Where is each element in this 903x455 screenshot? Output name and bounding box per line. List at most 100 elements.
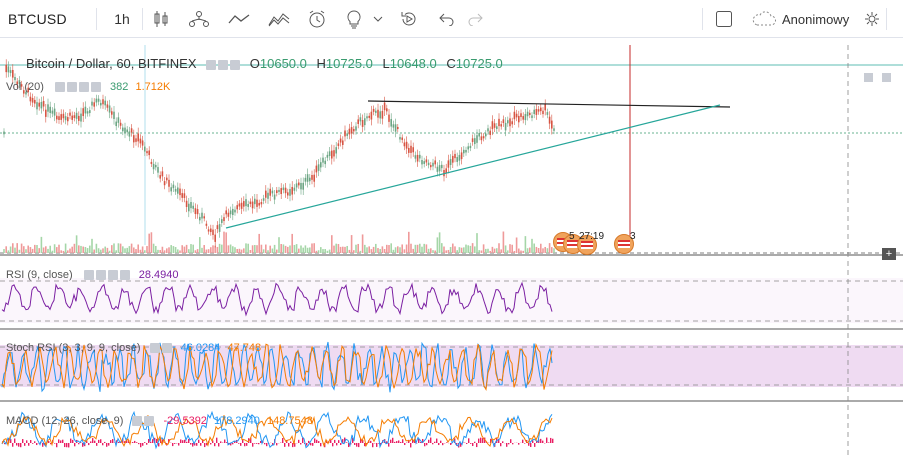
chevron-down-icon[interactable] <box>370 0 386 38</box>
stoch-label[interactable]: Stoch RSI (3, 3, 9, 9, close) <box>6 342 141 354</box>
replay-icon[interactable] <box>396 0 422 38</box>
macd-hist-bar <box>104 441 106 443</box>
legend-title[interactable]: Bitcoin / Dollar, 60, BITFINEX <box>26 56 197 71</box>
candle-body <box>344 130 346 137</box>
volume-bar <box>243 248 245 253</box>
undo-icon[interactable] <box>436 0 458 38</box>
macd-hist-bar <box>94 440 96 443</box>
volume-bar <box>93 249 95 253</box>
macd-hist-bar <box>370 440 372 443</box>
macd-hist-bar <box>142 443 144 446</box>
macd-hist-value: -29.5392 <box>163 415 207 427</box>
volume-bar <box>56 247 58 253</box>
chart-canvas[interactable] <box>0 45 903 455</box>
rsi-settings-icon[interactable] <box>83 270 94 281</box>
legend-hide-icon[interactable] <box>218 59 229 70</box>
macd-hist-bar <box>106 443 108 447</box>
volume-bar <box>526 248 529 253</box>
candle-body <box>111 111 113 115</box>
macd-hist-bar <box>146 443 148 445</box>
pane-up-icon[interactable] <box>864 73 873 82</box>
macd-hist-bar <box>140 443 142 448</box>
volume-bar <box>353 250 355 253</box>
macd-hist-bar <box>522 439 524 443</box>
volume-bar <box>5 246 7 253</box>
redo-icon[interactable] <box>464 0 486 38</box>
volume-bar <box>366 247 368 253</box>
interval-button[interactable]: 1h <box>108 0 136 38</box>
macd-label[interactable]: MACD (12, 26, close, 9) <box>6 415 123 427</box>
candle-body <box>520 113 522 118</box>
idea-icon[interactable] <box>342 0 366 38</box>
layout-square-icon[interactable] <box>712 0 736 38</box>
macd-hist-bar <box>336 443 338 446</box>
legend-settings-icon[interactable] <box>206 59 217 70</box>
rsi-label[interactable]: RSI (9, close) <box>6 269 73 281</box>
candle-body <box>500 124 502 127</box>
candles-icon[interactable] <box>150 0 172 38</box>
macd-hist-bar <box>36 443 38 446</box>
vol-settings-icon[interactable] <box>54 82 65 93</box>
candle-body <box>53 108 56 116</box>
macd-hist-bar <box>68 443 70 448</box>
volume-bar <box>36 245 38 253</box>
macd-hist-bar <box>256 443 258 444</box>
volume-bar <box>84 246 87 253</box>
volume-bar <box>102 248 104 253</box>
volume-bar <box>335 243 337 253</box>
stoch-settings-icon[interactable] <box>149 343 160 354</box>
candle-body <box>82 108 84 117</box>
vol-close-icon[interactable] <box>78 82 89 93</box>
line-draw-icon[interactable] <box>226 0 252 38</box>
macd-hide-icon[interactable] <box>144 416 155 427</box>
macd-hist-bar <box>144 442 146 443</box>
candle-body <box>223 217 225 222</box>
candle-body <box>359 117 362 122</box>
candle-body <box>29 96 32 102</box>
macd-hist-bar <box>480 437 482 443</box>
macd-hist-bar <box>466 443 468 445</box>
pane-maximize-icon[interactable] <box>882 73 891 82</box>
rsi-close-icon[interactable] <box>107 270 118 281</box>
symbol-search[interactable]: BTCUSD <box>8 0 67 38</box>
candle-body <box>542 110 544 115</box>
legend-close-icon[interactable] <box>230 59 241 70</box>
volume-bar <box>551 247 553 253</box>
rsi-more-icon[interactable] <box>119 270 130 281</box>
volume-bar <box>181 245 183 253</box>
cloud-icon[interactable] <box>750 0 778 38</box>
volume-bar <box>474 246 476 253</box>
volume-bar <box>405 244 408 253</box>
candle-body <box>227 212 230 217</box>
compare-icon[interactable] <box>266 0 292 38</box>
candle-body <box>249 201 252 204</box>
volume-bar <box>133 247 135 253</box>
volume-bar <box>100 249 102 253</box>
alert-icon[interactable] <box>304 0 330 38</box>
macd-legend: MACD (12, 26, close, 9) -29.5392 178.294… <box>6 415 313 427</box>
macd-hist-bar <box>264 443 266 445</box>
gear-icon[interactable] <box>862 0 882 38</box>
volume-bar <box>306 247 309 253</box>
volume-bar <box>177 249 179 253</box>
macd-settings-icon[interactable] <box>132 416 143 427</box>
candle-body <box>115 121 117 127</box>
volume-bar <box>302 247 304 253</box>
volume-bar <box>324 249 326 253</box>
candle-body <box>412 147 414 153</box>
volume-bar <box>458 247 461 253</box>
macd-hist-bar <box>220 441 222 443</box>
candle-body <box>262 198 265 201</box>
chart-area[interactable]: Bitcoin / Dollar, 60, BITFINEX O10650.0 … <box>0 45 903 455</box>
volume-label[interactable]: Vol (20) <box>6 81 44 93</box>
volume-bar <box>500 249 502 253</box>
indicators-icon[interactable] <box>186 0 212 38</box>
vol-hide-icon[interactable] <box>66 82 77 93</box>
macd-hist-bar <box>16 443 18 446</box>
account-name[interactable]: Anonimowy <box>782 0 862 38</box>
rsi-hide-icon[interactable] <box>95 270 106 281</box>
volume-bar <box>515 237 518 253</box>
stoch-hide-icon[interactable] <box>161 343 172 354</box>
add-pane-icon[interactable]: + <box>882 248 896 260</box>
vol-more-icon[interactable] <box>90 82 101 93</box>
